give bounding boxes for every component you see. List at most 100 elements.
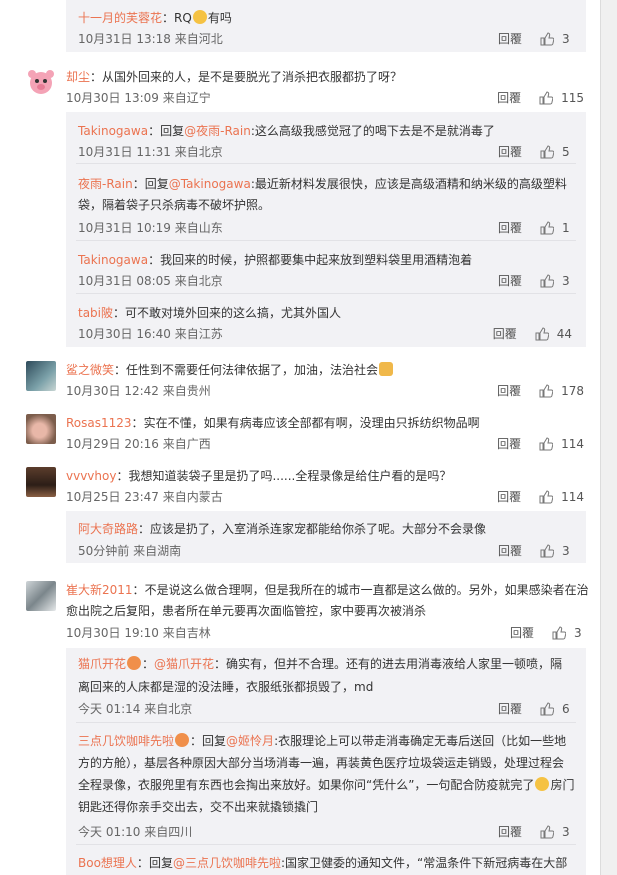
reply-button[interactable]: 回覆 [498, 823, 522, 840]
separator: ： [132, 177, 145, 191]
like-thumb-icon[interactable] [540, 543, 555, 558]
mention-link[interactable]: @三点几饮咖啡先啦 [173, 856, 281, 870]
user-nickname[interactable]: 十一月的芙蓉花 [78, 11, 162, 25]
comment-text: 我回来的时候，护照都要集中起来放到塑料袋里用酒精泡着 [160, 253, 473, 267]
comment-actions: 回覆 1 [498, 219, 572, 236]
comment-text: 实在不懂，如果有病毒应该全部都有啊，没理由只拆纺织物品啊 [143, 416, 480, 430]
like-count: 3 [562, 31, 570, 46]
reply-button[interactable]: 回覆 [498, 143, 522, 160]
like-thumb-icon[interactable] [540, 824, 555, 839]
like-count: 178 [561, 383, 584, 398]
reply-prefix: 回复 [144, 177, 169, 191]
reply-button[interactable]: 回覆 [497, 382, 521, 399]
avatar[interactable] [26, 467, 56, 497]
comment-text-line: 却尘：从国外回来的人，是不是要脱光了消杀把衣服都扔了呀？ [66, 68, 584, 85]
like-thumb-icon[interactable] [552, 625, 567, 640]
user-nickname[interactable]: 三点几饮咖啡先啦 [78, 734, 174, 748]
user-nickname[interactable]: Boo想理人 [78, 856, 137, 870]
like-thumb-icon[interactable] [539, 489, 554, 504]
like-count: 3 [562, 273, 570, 288]
like-count: 115 [561, 90, 584, 105]
comment-text: 任性到不需要任何法律依据了，加油，法治社会 [126, 363, 379, 377]
user-nickname[interactable]: 猫爪开花 [78, 657, 126, 671]
like-thumb-icon[interactable] [539, 436, 554, 451]
like-count: 114 [561, 436, 584, 451]
separator: ： [138, 522, 151, 536]
comment-text: 从国外回来的人，是不是要脱光了消杀把衣服都扔了呀？ [102, 70, 403, 84]
like-thumb-icon[interactable] [540, 31, 555, 46]
comment-actions: 回覆 3 [498, 823, 572, 840]
comment-text: 袋，隔着袋子只杀病毒不破坏护照。 [78, 198, 271, 212]
reply-text: 猫爪开花 ：@猫爪开花：确实有，但并不合理。还有的进去用消毒液给人家里一顿喷，隔 [78, 655, 576, 672]
avatar[interactable] [26, 414, 56, 444]
reply-text: Takinogawa：回复@夜雨-Rain:这么高级我感觉冠了的喝下去是不是就消… [78, 122, 576, 139]
reply-button[interactable]: 回覆 [497, 89, 521, 106]
like-thumb-icon[interactable] [540, 144, 555, 159]
reply-button[interactable]: 回覆 [498, 542, 522, 559]
like-thumb-icon[interactable] [540, 701, 555, 716]
user-nickname[interactable]: 夜雨-Rain [78, 177, 133, 191]
user-nickname[interactable]: Rosas1123 [66, 416, 132, 430]
replies-container: 猫爪开花 ：@猫爪开花：确实有，但并不合理。还有的进去用消毒液给人家里一顿喷，隔 … [66, 648, 586, 875]
like-count: 3 [574, 625, 582, 640]
comment-text-line: 鲨之微笑：任性到不需要任何法律依据了，加油，法治社会 [66, 361, 584, 378]
reply-block: 十一月的芙蓉花：RQ 有吗 10月31日 13:18 来自河北 回覆 3 [66, 0, 586, 52]
reply-text: tabi陂：可不敢对境外回来的这么搞，尤其外国人 [78, 304, 576, 321]
reply-button[interactable]: 回覆 [498, 272, 522, 289]
like-thumb-icon[interactable] [539, 383, 554, 398]
like-thumb-icon[interactable] [535, 326, 550, 341]
user-nickname[interactable]: vvvvhoy [66, 469, 116, 483]
user-nickname[interactable]: Takinogawa [78, 253, 148, 267]
user-nickname[interactable]: tabi陂 [78, 306, 113, 320]
comment-meta: 10月30日 19:10 来自吉林 [66, 626, 211, 640]
mention-link[interactable]: @猫爪开花 [154, 657, 214, 671]
divider [76, 722, 576, 723]
comment-feed: 十一月的芙蓉花：RQ 有吗 10月31日 13:18 来自河北 回覆 3 却尘：从… [0, 0, 617, 875]
comment-text: 钥匙还得你亲手交出去，交不出来就撬锁撬门 [78, 800, 319, 814]
comment-text-line: vvvvhoy：我想知道装袋子里是扔了吗......全程录像是给住户看的是吗？ [66, 467, 584, 484]
comment-actions: 回覆 115 [497, 89, 584, 106]
mention-link[interactable]: @姬怜月 [226, 734, 274, 748]
reply-button[interactable]: 回覆 [510, 624, 534, 641]
user-nickname[interactable]: 崔大新2011 [66, 583, 133, 597]
reply-button[interactable]: 回覆 [497, 435, 521, 452]
comment-text-line: 崔大新2011：不是说这么做合理啊，但是我所在的城市一直都是这么做的。另外，如果… [66, 581, 589, 598]
comment-text: :最近新材料发展很快，应该是高级酒精和纳米级的高级塑料 [250, 177, 567, 191]
reply-button[interactable]: 回覆 [497, 488, 521, 505]
reply-button[interactable]: 回覆 [498, 700, 522, 717]
divider [76, 844, 576, 845]
separator: ： [162, 11, 175, 25]
like-count: 114 [561, 489, 584, 504]
mention-link[interactable]: @夜雨-Rain [184, 124, 251, 138]
comment-text: 不是说这么做合理啊，但是我所在的城市一直都是这么做的。另外，如果感染者在治 [144, 583, 589, 597]
separator: ： [132, 583, 145, 597]
smile-emoji-icon [192, 10, 207, 24]
reply-text: 阿大奇路路：应该是扔了，入室消杀连家宠都能给你杀了呢。大部分不会录像 [78, 520, 576, 537]
user-nickname[interactable]: 鲨之微笑 [66, 363, 114, 377]
comment-text: 离回来的人床都是湿的没法睡，衣服纸张都损毁了，md [78, 680, 374, 694]
reply-button[interactable]: 回覆 [498, 219, 522, 236]
avatar[interactable] [26, 581, 56, 611]
user-nickname[interactable]: Takinogawa [78, 124, 148, 138]
mention-link[interactable]: @Takinogawa [169, 177, 251, 191]
like-thumb-icon[interactable] [540, 273, 555, 288]
comment-text: 我想知道装袋子里是扔了吗......全程录像是给住户看的是吗？ [128, 469, 452, 483]
user-nickname[interactable]: 阿大奇路路 [78, 522, 138, 536]
avatar[interactable] [26, 361, 56, 391]
comment-text: :国家卫健委的通知文件，“常温条件下新冠病毒在大部 [280, 856, 568, 870]
user-nickname[interactable]: 却尘 [66, 70, 90, 84]
comment-actions: 回覆 114 [497, 435, 584, 452]
reply-button[interactable]: 回覆 [498, 30, 522, 47]
reply-button[interactable]: 回覆 [493, 325, 517, 342]
separator: ： [142, 657, 155, 671]
avatar[interactable] [26, 68, 56, 98]
comment-text: RQ [174, 11, 192, 25]
like-thumb-icon[interactable] [540, 220, 555, 235]
comment-actions: 回覆 6 [498, 700, 572, 717]
reply-prefix: 回复 [160, 124, 185, 138]
scrollbar[interactable] [600, 0, 617, 875]
like-thumb-icon[interactable] [539, 90, 554, 105]
comment-actions: 回覆 3 [498, 542, 572, 559]
separator: ： [114, 363, 127, 377]
comment-item: 鲨之微笑：任性到不需要任何法律依据了，加油，法治社会 10月30日 12:42 … [0, 357, 600, 402]
